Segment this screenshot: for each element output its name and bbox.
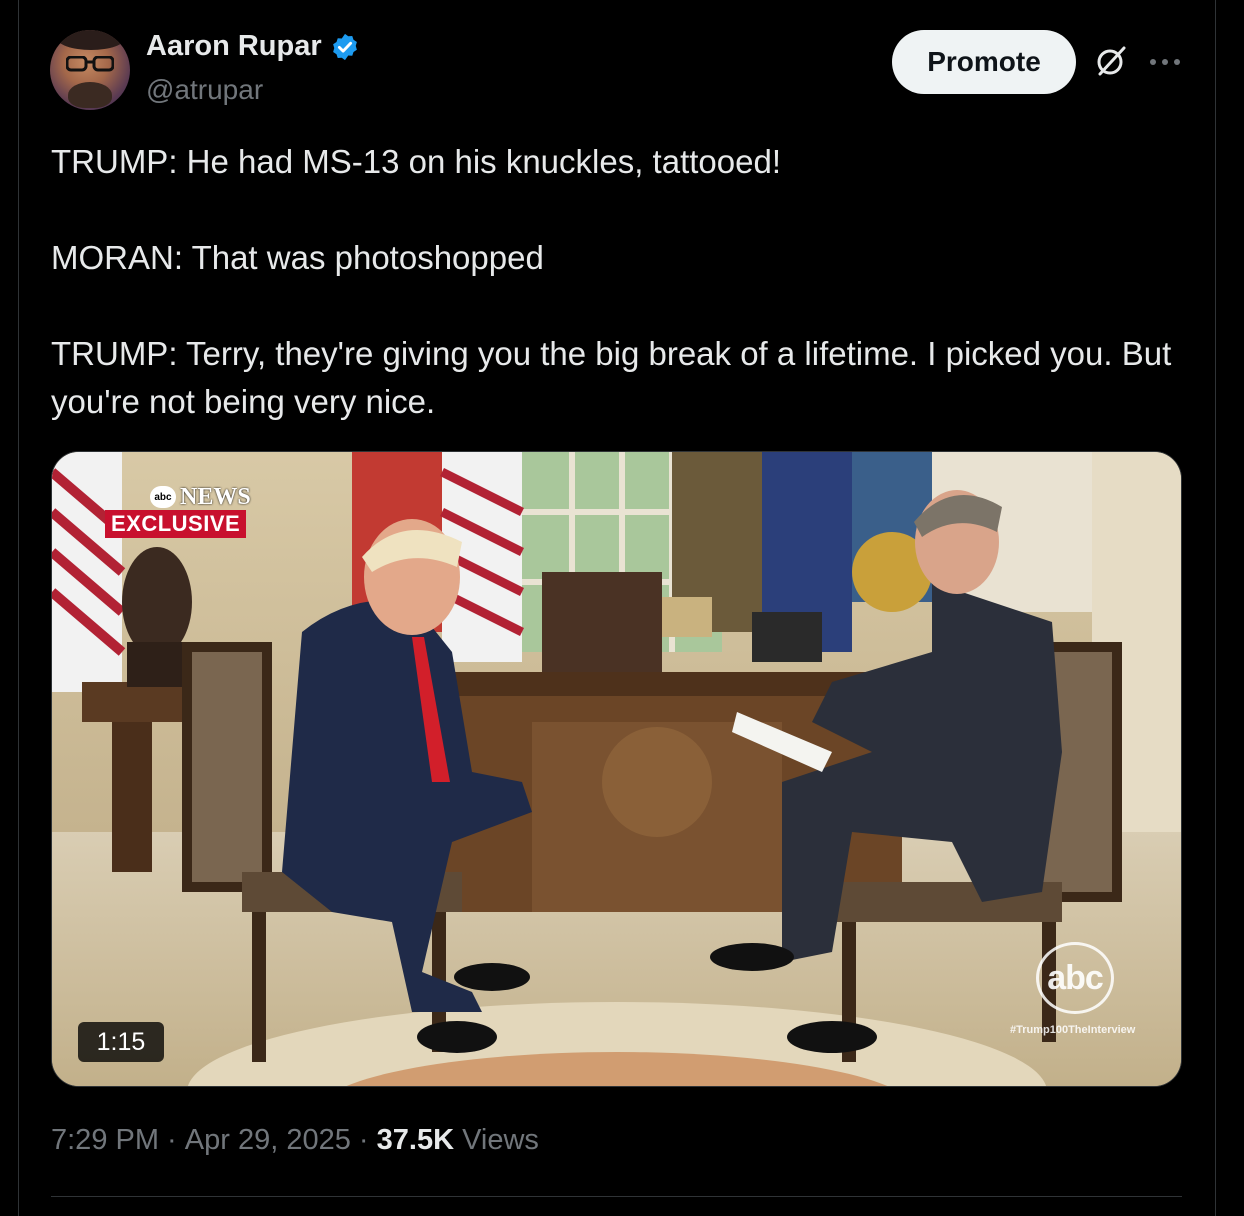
meta-separator: · [159,1124,185,1156]
tweet-date[interactable]: Apr 29, 2025 [185,1124,351,1157]
exclusive-badge: EXCLUSIVE [105,510,247,538]
more-dots-icon[interactable] [1148,58,1182,66]
divider [51,1196,1182,1197]
author-handle[interactable]: @atrupar [146,74,263,106]
tweet-time[interactable]: 7:29 PM [51,1124,159,1157]
tweet-meta: 7:29 PM · Apr 29, 2025 · 37.5K Views [51,1124,539,1157]
author-name[interactable]: Aaron Rupar [146,30,322,63]
promote-button[interactable]: Promote [892,30,1076,94]
news-badge: abc NEWS [150,484,251,510]
video-hashtag: #Trump100TheInterview [1010,1024,1136,1036]
news-label: NEWS [180,483,251,510]
abc-small-logo: abc [150,486,176,508]
author-name-row[interactable]: Aaron Rupar [146,30,360,63]
slashed-circle-icon[interactable] [1094,44,1128,78]
tweet-text: TRUMP: He had MS-13 on his knuckles, tat… [51,143,1172,420]
video-duration: 1:15 [78,1022,164,1062]
views-count[interactable]: 37.5K [377,1124,454,1157]
views-label: Views [454,1124,539,1156]
meta-separator: · [350,1124,377,1156]
abc-watermark: abc [1036,942,1114,1014]
avatar[interactable] [50,30,130,110]
glasses-graphic [66,56,114,72]
video-player[interactable] [51,451,1182,1087]
video-frame-graphic [52,452,1181,1086]
verified-badge-icon [332,33,357,60]
